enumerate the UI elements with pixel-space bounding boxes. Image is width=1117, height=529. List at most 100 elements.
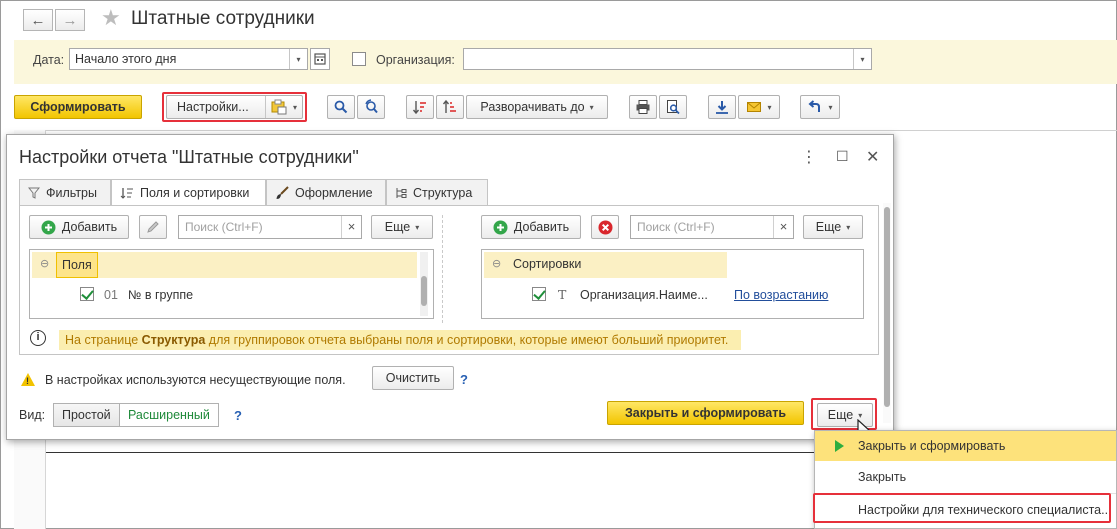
search-button[interactable]: [327, 95, 355, 119]
sort-root-node[interactable]: Сортировки: [508, 252, 586, 278]
sort-ascending-icon: [412, 101, 426, 115]
search-in-report-button[interactable]: [357, 95, 385, 119]
warning-help-icon[interactable]: ?: [460, 372, 468, 387]
organization-checkbox[interactable]: [352, 52, 366, 66]
date-label: Дата:: [33, 53, 65, 67]
sort-checkbox[interactable]: [532, 287, 546, 301]
sort-row-field[interactable]: Организация.Наиме...: [580, 288, 708, 302]
arrow-left-icon: ←: [30, 11, 46, 29]
plus-icon: [41, 220, 56, 234]
chevron-down-icon: ▾: [828, 102, 833, 112]
brush-icon: [276, 185, 289, 199]
add-sort-button[interactable]: Добавить: [481, 215, 581, 239]
clear-icon[interactable]: ×: [341, 216, 361, 238]
delete-icon: [598, 220, 612, 234]
dialog-scrollbar[interactable]: [883, 203, 891, 423]
tab-structure[interactable]: Структура: [386, 179, 488, 205]
info-text-part: для группировок отчета выбраны поля и со…: [205, 333, 729, 347]
sort-more-button[interactable]: Еще ▾: [803, 215, 863, 239]
field-row-name[interactable]: № в группе: [128, 288, 193, 302]
fields-more-button[interactable]: Еще ▾: [371, 215, 433, 239]
menu-item-label: Закрыть и сформировать: [858, 439, 1006, 453]
download-icon: [716, 101, 728, 114]
chevron-down-icon: ▾: [415, 222, 420, 232]
view-advanced-button[interactable]: Расширенный: [120, 403, 219, 427]
search-icon: [334, 100, 348, 114]
info-text-part: На странице: [65, 333, 142, 347]
expand-to-button[interactable]: Разворачивать до ▾: [466, 95, 608, 119]
menu-item-close-and-generate[interactable]: Закрыть и сформировать: [815, 431, 1116, 461]
sort-direction-link[interactable]: По возрастанию: [734, 288, 828, 302]
fields-search-placeholder: Поиск (Ctrl+F): [185, 220, 263, 234]
view-label: Вид:: [19, 408, 46, 422]
fields-tree-scrollbar[interactable]: [420, 252, 428, 316]
chevron-down-icon: ▾: [846, 222, 851, 232]
envelope-icon: [747, 102, 762, 112]
print-preview-icon: [667, 100, 680, 115]
fields-sort-icon: [120, 188, 133, 199]
fields-root-node[interactable]: Поля: [56, 252, 98, 278]
tab-label: Оформление: [295, 185, 373, 200]
tab-label: Структура: [413, 185, 473, 200]
sort-descending-button[interactable]: [436, 95, 464, 119]
calendar-button[interactable]: [310, 48, 330, 70]
sort-more-label: Еще: [815, 220, 842, 234]
structure-tree-icon: [396, 187, 407, 198]
delete-sort-button[interactable]: [591, 215, 619, 239]
undo-button[interactable]: ▾: [800, 95, 840, 119]
collapse-icon[interactable]: ⊖: [492, 257, 501, 270]
tab-filters[interactable]: Фильтры: [19, 179, 111, 205]
scroll-thumb[interactable]: [421, 276, 427, 306]
clear-button[interactable]: Очистить: [372, 366, 454, 390]
clear-icon[interactable]: ×: [773, 216, 793, 238]
add-field-button[interactable]: Добавить: [29, 215, 129, 239]
view-simple-button[interactable]: Простой: [53, 403, 120, 427]
chevron-down-icon: ▾: [589, 102, 594, 112]
undo-arrow-icon: [808, 100, 821, 112]
sort-search-input[interactable]: Поиск (Ctrl+F) ×: [630, 215, 794, 239]
more-vertical-icon[interactable]: ⋮: [801, 147, 817, 167]
forward-button[interactable]: →: [55, 9, 85, 31]
tab-fields-and-sorting[interactable]: Поля и сортировки: [111, 179, 266, 206]
tab-appearance[interactable]: Оформление: [266, 179, 386, 205]
funnel-icon: [28, 187, 40, 199]
date-value: Начало этого дня: [75, 52, 177, 66]
maximize-icon[interactable]: ☐: [836, 148, 849, 165]
view-help-icon[interactable]: ?: [234, 408, 242, 423]
arrow-right-icon: →: [62, 11, 78, 29]
menu-item-close[interactable]: Закрыть: [815, 462, 1116, 492]
field-checkbox[interactable]: [80, 287, 94, 301]
print-icon: [636, 100, 650, 114]
close-icon[interactable]: ✕: [866, 147, 879, 167]
fields-search-input[interactable]: Поиск (Ctrl+F) ×: [178, 215, 362, 239]
send-email-button[interactable]: ▾: [738, 95, 780, 119]
organization-input[interactable]: ▾: [463, 48, 872, 70]
warning-icon-mark: !: [26, 376, 29, 386]
chevron-down-icon: ▾: [767, 102, 772, 112]
panel-separator: [442, 215, 443, 323]
sort-descending-icon: [442, 99, 456, 113]
organization-label: Организация:: [376, 53, 455, 67]
chevron-down-icon[interactable]: ▾: [289, 49, 307, 69]
text-type-icon: Т: [558, 287, 567, 302]
sort-ascending-button[interactable]: [406, 95, 434, 119]
dialog-scroll-thumb[interactable]: [884, 207, 890, 407]
date-select[interactable]: Начало этого дня ▾: [69, 48, 308, 70]
collapse-icon[interactable]: ⊖: [40, 257, 49, 270]
sort-tree: ⊖ Сортировки Т Организация.Наиме... По в…: [481, 249, 864, 319]
save-button[interactable]: [708, 95, 736, 119]
tab-label: Фильтры: [46, 185, 97, 200]
generate-button[interactable]: Сформировать: [14, 95, 142, 119]
add-sort-label: Добавить: [513, 220, 570, 234]
back-button[interactable]: ←: [23, 9, 53, 31]
close-and-generate-button[interactable]: Закрыть и сформировать: [607, 401, 804, 425]
print-button[interactable]: [629, 95, 657, 119]
preview-button[interactable]: [659, 95, 687, 119]
info-structure-link: Структура: [141, 333, 206, 347]
chevron-down-icon[interactable]: ▾: [853, 49, 871, 69]
add-field-label: Добавить: [61, 220, 118, 234]
dialog-title: Настройки отчета "Штатные сотрудники": [19, 147, 359, 167]
field-row-code: 01: [104, 288, 118, 302]
edit-field-button[interactable]: [139, 215, 167, 239]
favorite-star-icon[interactable]: ★: [101, 7, 121, 29]
